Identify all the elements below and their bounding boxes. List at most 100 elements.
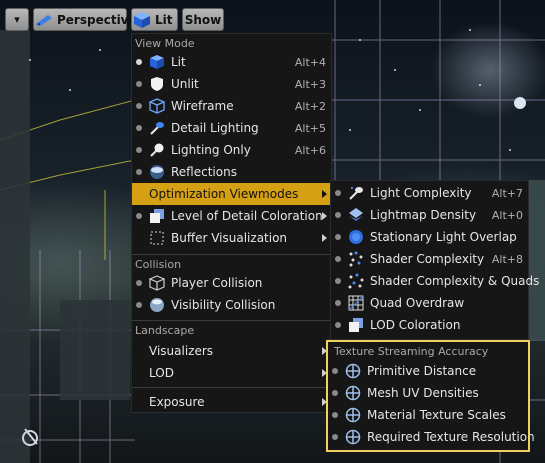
perspective-camera-icon (34, 12, 54, 28)
view-mode-reflections[interactable]: Reflections (132, 161, 331, 183)
player-collision-cube-icon (149, 275, 165, 291)
exposure-label: Exposure (149, 395, 205, 409)
light-bulb-icon (514, 97, 526, 109)
radio-dot (136, 125, 142, 131)
buffer-visualization-item[interactable]: Buffer Visualization (132, 227, 331, 249)
radio-dot (335, 300, 341, 306)
view-mode-detail-lighting-shortcut: Alt+5 (294, 122, 326, 135)
submenu-arrow-icon (322, 234, 327, 242)
stationary-light-overlap-label: Stationary Light Overlap (370, 230, 517, 244)
detail-lighting-icon (149, 120, 165, 136)
visualizers-item[interactable]: Visualizers (132, 340, 331, 362)
lighting-only-icon (149, 142, 165, 158)
player-collision-item[interactable]: Player Collision (132, 272, 331, 294)
view-mode-wireframe-label: Wireframe (171, 99, 234, 113)
reflections-sphere-icon (149, 164, 165, 180)
light-complexity-icon (348, 185, 364, 201)
show-label: Show (184, 12, 222, 27)
quad-overdraw-label: Quad Overdraw (370, 296, 465, 310)
shader-complexity-quads-item[interactable]: Shader Complexity & Quads (331, 270, 539, 292)
radio-dot (335, 322, 341, 328)
light-complexity-label: Light Complexity (370, 186, 472, 200)
view-mode-wireframe-shortcut: Alt+2 (294, 100, 326, 113)
light-complexity-shortcut: Alt+7 (491, 187, 523, 200)
exposure-item[interactable]: Exposure (132, 391, 331, 413)
radio-dot (136, 103, 142, 109)
view-mode-reflections-label: Reflections (171, 165, 237, 179)
lightmap-density-label: Lightmap Density (370, 208, 477, 222)
lod-label: LOD (149, 366, 174, 380)
view-mode-lighting-only-shortcut: Alt+6 (294, 144, 326, 157)
lod-coloration-submenu-label: LOD Coloration (370, 318, 461, 332)
lit-cube-icon (149, 54, 165, 70)
chevron-down-icon: ▾ (14, 13, 20, 26)
collision-header: Collision (135, 258, 182, 271)
stationary-light-overlap-item[interactable]: Stationary Light Overlap (331, 226, 528, 248)
wireframe-cube-icon (149, 98, 165, 114)
lightmap-density-shortcut: Alt+0 (491, 209, 523, 222)
radio-dot (335, 256, 341, 262)
radio-dot (136, 169, 142, 175)
lod-coloration-icon (149, 208, 165, 224)
lod-coloration-item[interactable]: Level of Detail Coloration (132, 205, 331, 227)
view-mode-lighting-only[interactable]: Lighting Only Alt+6 (132, 139, 331, 161)
view-mode-lit-shortcut: Alt+4 (294, 56, 326, 69)
radio-dot (136, 302, 142, 308)
shader-complexity-shortcut: Alt+8 (491, 253, 523, 266)
separator (132, 254, 331, 255)
quad-overdraw-icon (348, 295, 364, 311)
view-mode-unlit-label: Unlit (171, 77, 199, 91)
separator (132, 320, 331, 321)
radio-selected-dot (136, 59, 142, 65)
stationary-light-icon (348, 229, 364, 245)
view-mode-lit[interactable]: Lit Alt+4 (132, 51, 331, 73)
unlit-shield-icon (149, 76, 165, 92)
view-mode-lit-label: Lit (171, 55, 186, 69)
lightmap-density-item[interactable]: Lightmap Density Alt+0 (331, 204, 528, 226)
buffer-visualization-icon (149, 230, 165, 246)
light-complexity-item[interactable]: Light Complexity Alt+7 (331, 182, 528, 204)
view-mode-unlit[interactable]: Unlit Alt+3 (132, 73, 331, 95)
radio-dot (136, 147, 142, 153)
lit-cube-icon (132, 11, 152, 29)
view-mode-detail-lighting-label: Detail Lighting (171, 121, 259, 135)
submenu-arrow-icon (322, 190, 327, 198)
shader-quads-icon (348, 273, 364, 289)
visibility-collision-item[interactable]: Visibility Collision (132, 294, 331, 316)
perspective-button[interactable]: Perspective (33, 8, 137, 31)
lightmap-density-icon (348, 207, 364, 223)
shader-complexity-icon (348, 251, 364, 267)
radio-dot (335, 212, 341, 218)
view-mode-unlit-shortcut: Alt+3 (294, 78, 326, 91)
radio-dot (136, 280, 142, 286)
visibility-collision-label: Visibility Collision (171, 298, 276, 312)
landscape-header: Landscape (135, 324, 195, 337)
lod-item[interactable]: LOD (132, 362, 331, 384)
view-mode-menu: View Mode Lit Alt+4 Unlit Alt+3 Wirefram… (131, 33, 332, 413)
viewport-options-dropdown-button[interactable]: ▾ (5, 8, 29, 31)
lit-label: Lit (155, 12, 173, 27)
lod-coloration-icon (348, 317, 364, 333)
optimization-viewmodes-item[interactable]: Optimization Viewmodes (132, 183, 331, 205)
quad-overdraw-item[interactable]: Quad Overdraw (331, 292, 528, 314)
radio-dot (335, 234, 341, 240)
buffer-visualization-label: Buffer Visualization (171, 231, 288, 245)
radio-dot (335, 190, 341, 196)
show-button[interactable]: Show (182, 8, 224, 31)
shader-complexity-item[interactable]: Shader Complexity Alt+8 (331, 248, 528, 270)
radio-dot (136, 213, 142, 219)
optimization-viewmodes-label: Optimization Viewmodes (149, 187, 299, 201)
view-mode-detail-lighting[interactable]: Detail Lighting Alt+5 (132, 117, 331, 139)
shader-complexity-label: Shader Complexity (370, 252, 485, 266)
separator (132, 387, 331, 388)
shader-complexity-quads-label: Shader Complexity & Quads (370, 274, 540, 288)
radio-dot (335, 278, 341, 284)
perspective-label: Perspective (57, 12, 137, 27)
view-mode-wireframe[interactable]: Wireframe Alt+2 (132, 95, 331, 117)
view-mode-lighting-only-label: Lighting Only (171, 143, 251, 157)
submenu-arrow-icon (322, 212, 327, 220)
lod-coloration-label: Level of Detail Coloration (171, 209, 323, 223)
lod-coloration-submenu-item[interactable]: LOD Coloration (331, 314, 528, 336)
visualizers-label: Visualizers (149, 344, 214, 358)
lit-button[interactable]: Lit (131, 8, 178, 31)
